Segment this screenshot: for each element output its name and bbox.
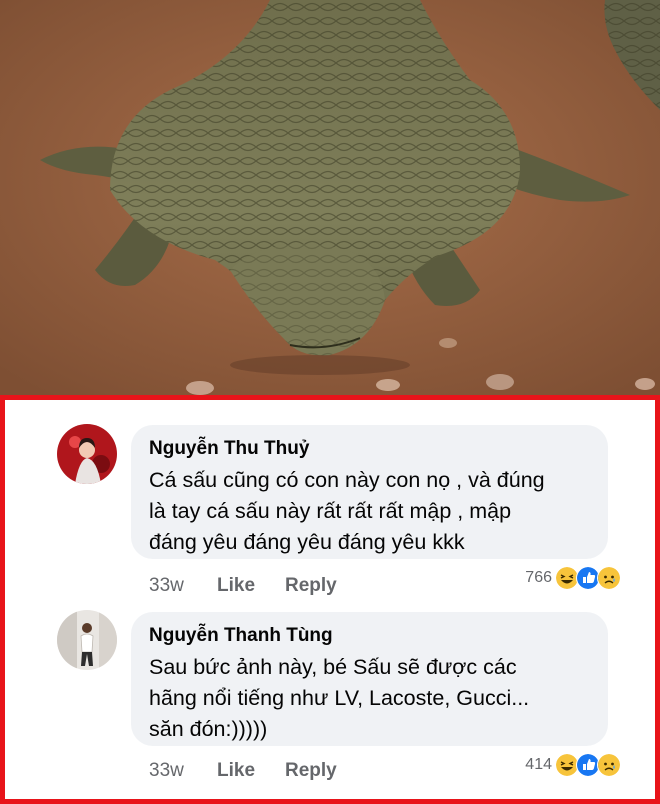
comment-text-line: hãng nổi tiếng như LV, Lacoste, Gucci... [149,686,530,710]
reaction-count: 766 [525,569,552,586]
comment-text: Cá sấu cũng có con này con nọ , và đúng … [149,465,592,558]
sad-icon [597,566,621,590]
comment-bubble: Nguyễn Thu Thuỷ Cá sấu cũng có con này c… [131,425,608,559]
sad-icon [597,753,621,777]
comment-timestamp[interactable]: 33w [149,575,184,597]
avatar[interactable] [57,424,117,484]
like-button[interactable]: Like [217,575,255,597]
comment-text-line: là tay cá sấu này rất rất rất mập , mập [149,499,512,523]
reply-button[interactable]: Reply [285,760,337,782]
avatar[interactable] [57,610,117,670]
reaction-count: 414 [525,756,552,773]
comment-text-line: đáng yêu đáng yêu đáng yêu kkk [149,530,465,554]
like-button[interactable]: Like [217,760,255,782]
comment-bubble: Nguyễn Thanh Tùng Sau bức ảnh này, bé Sấ… [131,612,608,746]
reply-button[interactable]: Reply [285,575,337,597]
comments-section: Nguyễn Thu Thuỷ Cá sấu cũng có con này c… [0,395,660,804]
comment-text-line: Sau bức ảnh này, bé Sấu sẽ được các [149,655,517,679]
comment-text-line: Cá sấu cũng có con này con nọ , và đúng [149,468,545,492]
comment-author[interactable]: Nguyễn Thanh Tùng [149,624,592,648]
reaction-summary[interactable]: 766 [525,565,621,591]
comment-timestamp[interactable]: 33w [149,760,184,782]
reaction-summary[interactable]: 414 [525,752,621,778]
comment-text-line: săn đón:))))) [149,717,268,741]
comment-author[interactable]: Nguyễn Thu Thuỷ [149,437,592,461]
comment-text: Sau bức ảnh này, bé Sấu sẽ được các hãng… [149,652,592,745]
crocodile-photo [0,0,660,395]
